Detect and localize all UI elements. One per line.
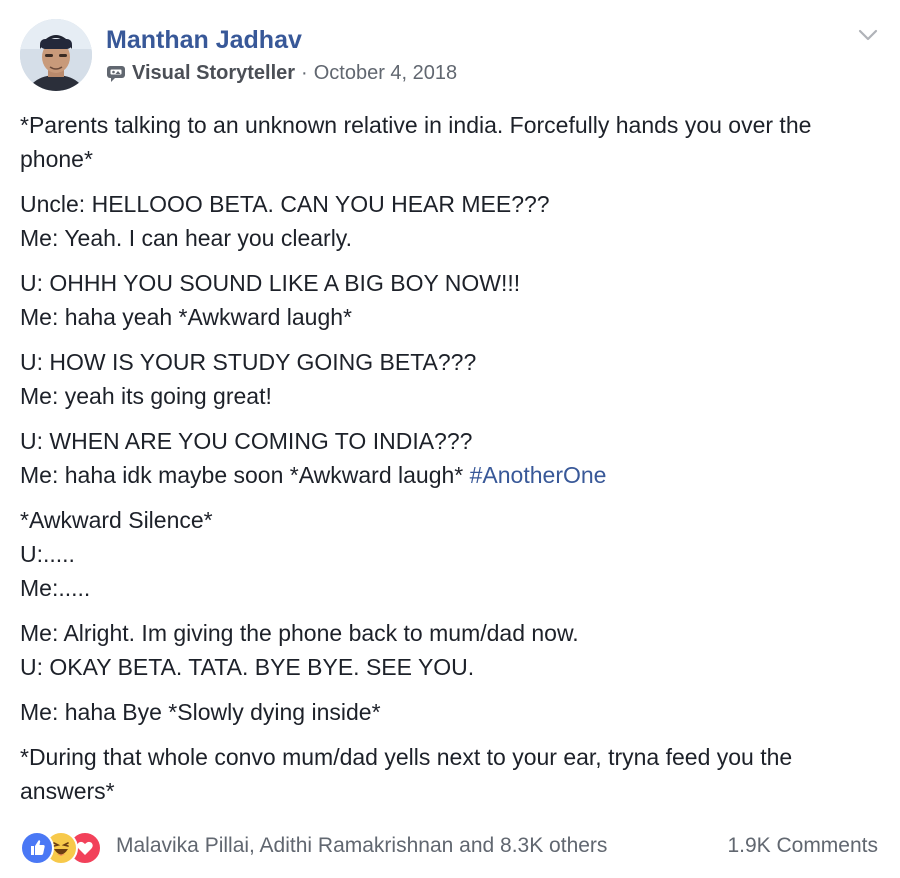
- text-line: Me: haha idk maybe soon *Awkward laugh* …: [20, 458, 885, 492]
- text-line: Me: Yeah. I can hear you clearly.: [20, 225, 352, 251]
- badge-label[interactable]: Visual Storyteller: [132, 62, 295, 85]
- reactors-text[interactable]: Malavika Pillai, Adithi Ramakrishnan and…: [116, 834, 607, 858]
- post-body: *Parents talking to an unknown relative …: [20, 108, 885, 819]
- text-line: Uncle: HELLOOO BETA. CAN YOU HEAR MEE???: [20, 191, 550, 217]
- paragraph: Me: haha Bye *Slowly dying inside*: [20, 695, 885, 729]
- paragraph: *During that whole convo mum/dad yells n…: [20, 740, 885, 808]
- storyteller-icon: [106, 65, 126, 83]
- author-name[interactable]: Manthan Jadhav: [106, 26, 302, 55]
- post-date[interactable]: October 4, 2018: [314, 62, 457, 85]
- text-line: *Awkward Silence*: [20, 507, 213, 533]
- text-line: Me: haha Bye *Slowly dying inside*: [20, 699, 381, 725]
- facebook-post: Manthan Jadhav Visual Storyteller · Octo…: [0, 0, 900, 878]
- text-line: U: WHEN ARE YOU COMING TO INDIA???: [20, 428, 473, 454]
- text-line: Me: yeah its going great!: [20, 383, 272, 409]
- text-line: *During that whole convo mum/dad yells n…: [20, 744, 793, 804]
- text-line: U: HOW IS YOUR STUDY GOING BETA???: [20, 349, 477, 375]
- chevron-down-icon[interactable]: [858, 28, 878, 42]
- meta-separator: ·: [301, 62, 308, 84]
- text-segment: Me: haha idk maybe soon *Awkward laugh*: [20, 462, 470, 488]
- paragraph: *Parents talking to an unknown relative …: [20, 108, 885, 176]
- text-line: *Parents talking to an unknown relative …: [20, 112, 812, 172]
- like-icon: [20, 831, 54, 865]
- post-footer: Malavika Pillai, Adithi Ramakrishnan and…: [20, 828, 878, 865]
- text-line: U: OKAY BETA. TATA. BYE BYE. SEE YOU.: [20, 654, 475, 680]
- text-line: Me:.....: [20, 575, 91, 601]
- text-line: Me: Alright. Im giving the phone back to…: [20, 620, 579, 646]
- hashtag-link[interactable]: #AnotherOne: [470, 462, 607, 488]
- text-line: U:.....: [20, 541, 75, 567]
- text-line: U: OHHH YOU SOUND LIKE A BIG BOY NOW!!!: [20, 270, 521, 296]
- paragraph: U: WHEN ARE YOU COMING TO INDIA??? Me: h…: [20, 424, 885, 492]
- text-line: Me: haha yeah *Awkward laugh*: [20, 304, 353, 330]
- paragraph: Uncle: HELLOOO BETA. CAN YOU HEAR MEE???…: [20, 187, 885, 255]
- reaction-icons[interactable]: [20, 830, 108, 865]
- comments-count[interactable]: 1.9K Comments: [727, 834, 878, 858]
- reactions-summary[interactable]: Malavika Pillai, Adithi Ramakrishnan and…: [20, 830, 607, 865]
- avatar[interactable]: [20, 19, 92, 91]
- post-meta: Visual Storyteller · October 4, 2018: [106, 62, 457, 85]
- paragraph: U: OHHH YOU SOUND LIKE A BIG BOY NOW!!! …: [20, 266, 885, 334]
- paragraph: U: HOW IS YOUR STUDY GOING BETA??? Me: y…: [20, 345, 885, 413]
- avatar-photo: [20, 19, 92, 91]
- paragraph: Me: Alright. Im giving the phone back to…: [20, 616, 885, 684]
- paragraph: *Awkward Silence* U:..... Me:.....: [20, 503, 885, 605]
